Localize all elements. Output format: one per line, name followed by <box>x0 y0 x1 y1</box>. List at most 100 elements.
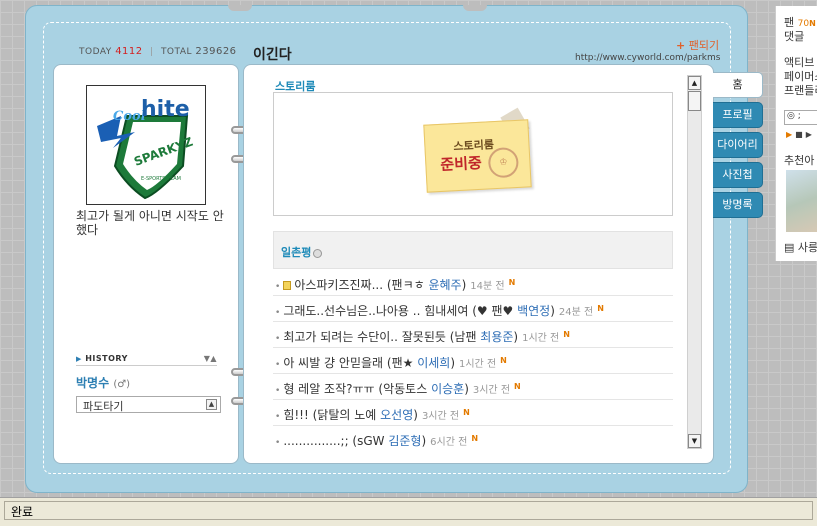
comment-row: • 형 레알 조작?ㅠㅠ (악동토스 이승훈) 3시간 전N <box>273 374 673 400</box>
comment-row: • 힘!!! (닭탈의 노예 오선영) 3시간 전N <box>273 400 673 426</box>
new-badge: N <box>563 330 570 339</box>
svg-text:E-SPORTS TEAM: E-SPORTS TEAM <box>141 176 181 182</box>
tab-profile[interactable]: 프로필 <box>713 102 763 128</box>
page-title: 이긴다 <box>253 47 292 63</box>
comment-author[interactable]: 오선영 <box>380 408 413 422</box>
bullet-icon: • <box>275 282 281 292</box>
comment-author[interactable]: 이세희 <box>417 356 450 370</box>
side-search-input[interactable]: ◎ ; <box>784 110 817 125</box>
bullet-icon: • <box>275 438 281 448</box>
side-item-comments[interactable]: 댓글 <box>784 28 804 44</box>
story-preparing-note: 스토리룸 준비중 ♔ <box>423 119 532 193</box>
new-badge: N <box>471 434 479 443</box>
comment-text: 형 레알 조작?ㅠㅠ (악동토스 <box>283 382 432 396</box>
info-circle-icon <box>313 248 323 258</box>
plus-icon: + <box>676 39 686 52</box>
triangle-right-icon: ▶ <box>76 355 82 363</box>
note-status: 준비중 <box>439 153 483 174</box>
total-count: 239626 <box>195 46 237 57</box>
comment-suffix: ) <box>550 304 555 318</box>
comment-author[interactable]: 윤혜주 <box>428 278 461 292</box>
gender-mark: (♂) <box>113 379 131 390</box>
today-count: 4112 <box>115 46 143 57</box>
comment-row: • 아스파키즈진짜... (팬ㅋㅎ 윤혜주) 14분 전N <box>273 270 673 296</box>
history-arrows-icon[interactable]: ▼▲ <box>204 354 217 363</box>
side-item-friendly[interactable]: 프랜들리 <box>784 82 817 98</box>
content-scrollbar[interactable]: ▲ ▼ <box>687 75 702 449</box>
surf-dropdown[interactable]: 파도타기 ▲ <box>76 396 221 413</box>
bullet-icon: • <box>275 360 281 370</box>
stamp-icon: ♔ <box>487 146 520 179</box>
comment-text: ...............;; (sGW <box>283 434 389 448</box>
comment-time: 3시간 전 <box>421 411 460 422</box>
comment-time: 14분 전 <box>470 281 505 292</box>
comment-author[interactable]: 최용준 <box>480 330 513 344</box>
today-label: TODAY <box>79 47 112 57</box>
comment-suffix: ) <box>413 408 418 422</box>
comment-list: • 아스파키즈진짜... (팬ㅋㅎ 윤혜주) 14분 전 N • 그래도..선수님은..나… <box>273 270 673 452</box>
profile-intro: 최고가 될게 아니면 시작도 안했다 <box>76 209 224 237</box>
tab-photo[interactable]: 사진첩 <box>713 162 763 188</box>
play-icon[interactable]: ▶ <box>786 130 795 139</box>
owner-name-text: 박명수 <box>76 376 110 390</box>
comment-suffix: ) <box>461 278 467 292</box>
comment-row: •...............;; (sGW 김준형) 6시간 전N <box>273 426 673 452</box>
comment-suffix: ) <box>450 356 455 370</box>
become-fan-label: 팬되기 <box>688 39 720 52</box>
comment-row: • 최고가 되려는 수단이.. 잘못된듯 (남팬 최용준) 1시간 전N <box>273 322 673 348</box>
surf-dropdown-value: 파도타기 <box>83 400 124 413</box>
comment-text: 그래도..선수님은..나아용 .. 힘내세여 (♥ 팬♥ <box>283 304 518 318</box>
media-controls[interactable]: ▶■▶ <box>786 130 815 139</box>
comment-text: 최고가 되려는 수단이.. 잘못된듯 (남팬 <box>283 330 481 344</box>
bullet-icon: • <box>275 308 281 318</box>
tab-guestbook[interactable]: 방명록 <box>713 192 763 218</box>
comment-suffix: ) <box>513 330 519 344</box>
recommend-photo[interactable] <box>786 170 817 232</box>
new-badge: N <box>500 356 507 365</box>
comments-header: 일촌평 <box>273 231 673 269</box>
comment-author[interactable]: 김준형 <box>388 434 421 448</box>
side-footer-link[interactable]: ▤ 사릉 <box>784 239 817 255</box>
frame-notch-right <box>463 5 487 11</box>
dropdown-arrow-icon[interactable]: ▲ <box>206 399 217 410</box>
comment-time: 24분 전 <box>558 307 594 318</box>
comment-author[interactable]: 백연정 <box>517 304 550 318</box>
visitor-counter: TODAY 4112 | TOTAL 239626 <box>79 46 237 57</box>
comment-text: 아 씨발 걍 안믿을래 (팬★ <box>283 356 418 370</box>
new-badge: N <box>597 304 604 313</box>
new-badge: N <box>508 278 516 287</box>
scroll-thumb[interactable] <box>688 91 701 111</box>
comment-suffix: ) <box>421 434 427 448</box>
new-badge: N <box>463 408 470 417</box>
comment-row: • 그래도..선수님은..나아용 .. 힘내세여 (♥ 팬♥ 백연정) 24분 전N <box>273 296 673 322</box>
side-panel: 팬 70N 댓글 액티브 페이머스 프랜들리 ◎ ; ▶■▶ 추천아 ▤ 사릉 <box>775 6 817 261</box>
scroll-up-button[interactable]: ▲ <box>688 76 701 90</box>
comment-row: • 아 씨발 걍 안믿을래 (팬★ 이세희) 1시간 전N <box>273 348 673 374</box>
svg-text:hite: hite <box>141 97 190 122</box>
status-bar: 완료 <box>0 497 817 526</box>
counter-separator: | <box>150 47 154 57</box>
profile-panel: Cool hite SPARKYZ E-SPORTS TEAM 최고가 될게 아… <box>53 64 239 464</box>
comment-text: 아스파키즈진짜... (팬ㅋㅎ <box>294 278 429 292</box>
scroll-down-button[interactable]: ▼ <box>688 434 701 448</box>
tab-home[interactable]: 홈 <box>713 72 763 98</box>
bullet-icon: • <box>275 386 281 396</box>
tab-diary[interactable]: 다이어리 <box>713 132 763 158</box>
sparkyz-logo-icon: Cool hite SPARKYZ E-SPORTS TEAM <box>97 97 195 200</box>
comment-time: 1시간 전 <box>522 333 560 344</box>
team-logo: Cool hite SPARKYZ E-SPORTS TEAM <box>86 85 206 205</box>
comment-author[interactable]: 이승훈 <box>431 382 464 396</box>
history-toggle[interactable]: ▶ HISTORY ▼▲ <box>76 354 217 366</box>
new-badge: N <box>514 382 521 391</box>
homepage-url[interactable]: http://www.cyworld.com/parkms <box>575 53 720 63</box>
globe-icon: ◎ <box>787 111 795 121</box>
history-label: HISTORY <box>85 354 128 363</box>
become-fan-link[interactable]: + 팬되기 <box>676 37 719 53</box>
recommend-label: 추천아 <box>784 154 815 167</box>
memo-icon <box>283 281 292 290</box>
owner-name[interactable]: 박명수 (♂) <box>76 374 130 391</box>
comments-title[interactable]: 일촌평 <box>281 244 323 260</box>
document-icon: ▤ <box>784 241 795 254</box>
comment-time: 3시간 전 <box>472 385 511 396</box>
frame-notch-left <box>228 5 252 11</box>
